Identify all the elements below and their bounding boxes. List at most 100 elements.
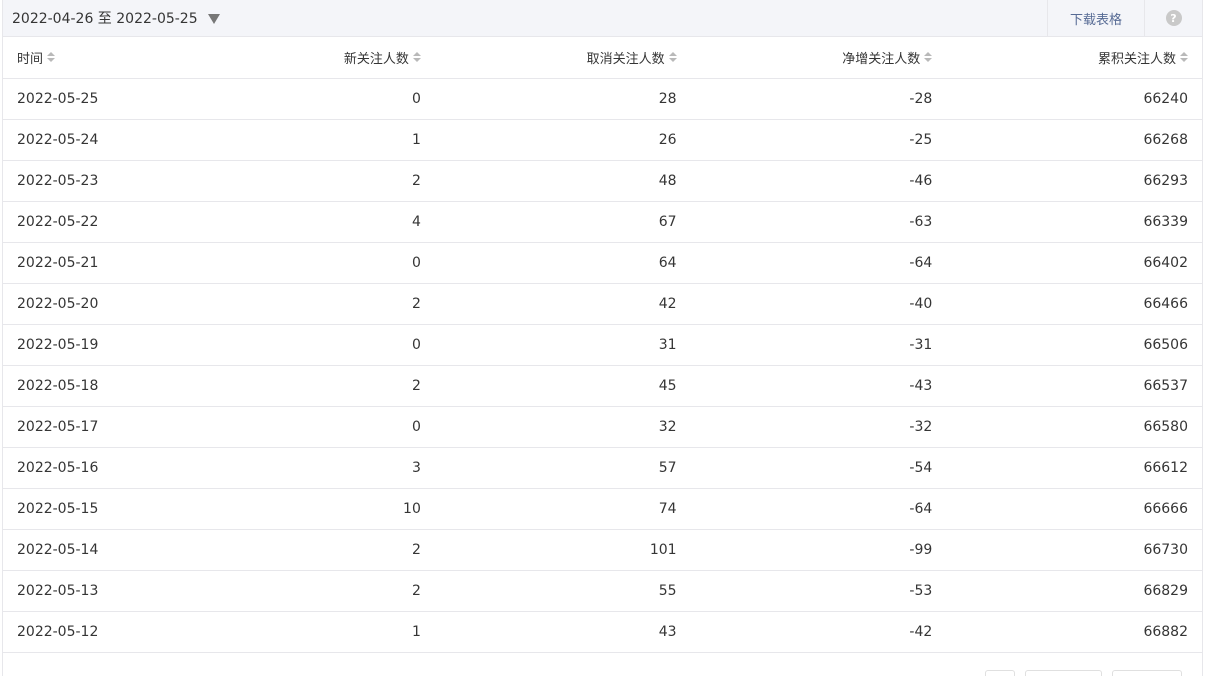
table-row: 2022-05-20 2 42 -40 66466 bbox=[3, 283, 1202, 325]
table-row: 2022-05-15 10 74 -64 66666 bbox=[3, 488, 1202, 530]
column-header-label: 取消关注人数 bbox=[586, 51, 665, 67]
toolbar-actions: 下载表格 ? bbox=[1047, 0, 1202, 36]
pagination-next-button[interactable] bbox=[1112, 670, 1182, 676]
download-table-button[interactable]: 下载表格 bbox=[1047, 0, 1144, 36]
cell-date: 2022-05-21 bbox=[3, 242, 180, 284]
column-header-cumulative[interactable]: 累积关注人数 bbox=[946, 37, 1202, 79]
table-row: 2022-05-14 2 101 -99 66730 bbox=[3, 529, 1202, 571]
table-row: 2022-05-12 1 43 -42 66882 bbox=[3, 611, 1202, 653]
table-row: 2022-05-17 0 32 -32 66580 bbox=[3, 406, 1202, 448]
table-header-row: 时间 新关注人数 取消关注人数 净增关注人数 累积关注人数 bbox=[3, 37, 1202, 79]
cell-value: 45 bbox=[434, 365, 691, 407]
table-row: 2022-05-21 0 64 -64 66402 bbox=[3, 242, 1202, 284]
cell-value: 64 bbox=[434, 242, 691, 284]
sort-icon bbox=[412, 52, 421, 63]
table-row: 2022-05-23 2 48 -46 66293 bbox=[3, 160, 1202, 202]
pagination-prev-button[interactable] bbox=[985, 670, 1015, 676]
cell-value: 2 bbox=[179, 160, 435, 202]
table-row: 2022-05-16 3 57 -54 66612 bbox=[3, 447, 1202, 489]
cell-date: 2022-05-16 bbox=[3, 447, 180, 489]
cell-value: 42 bbox=[434, 283, 691, 325]
help-button[interactable]: ? bbox=[1144, 0, 1202, 36]
pagination bbox=[985, 670, 1182, 676]
cell-value: -64 bbox=[690, 242, 947, 284]
table-body: 2022-05-25 0 28 -28 66240 2022-05-24 1 26 -25 662… bbox=[3, 78, 1202, 653]
toolbar: 2022-04-26 至 2022-05-25 下载表格 ? bbox=[3, 0, 1202, 37]
cell-value: 28 bbox=[434, 78, 691, 120]
cell-value: 0 bbox=[179, 406, 435, 448]
sort-icon bbox=[1180, 52, 1188, 63]
sort-icon bbox=[668, 52, 677, 63]
cell-value: -43 bbox=[690, 365, 947, 407]
cell-value: 1 bbox=[179, 119, 435, 161]
cell-date: 2022-05-23 bbox=[3, 160, 180, 202]
cell-value: 55 bbox=[434, 570, 691, 612]
caret-down-icon bbox=[207, 13, 220, 24]
pagination-page-input[interactable] bbox=[1025, 670, 1102, 676]
cell-value: 48 bbox=[434, 160, 691, 202]
column-header-net-growth[interactable]: 净增关注人数 bbox=[690, 37, 947, 79]
cell-date: 2022-05-18 bbox=[3, 365, 180, 407]
cell-value: 101 bbox=[434, 529, 691, 571]
column-header-time[interactable]: 时间 bbox=[3, 37, 180, 79]
cell-value: 0 bbox=[179, 324, 435, 366]
column-header-new-followers[interactable]: 新关注人数 bbox=[179, 37, 435, 79]
cell-date: 2022-05-25 bbox=[3, 78, 180, 120]
stats-panel: 2022-04-26 至 2022-05-25 下载表格 ? 时间 新关注人数 bbox=[2, 0, 1203, 676]
cell-date: 2022-05-20 bbox=[3, 283, 180, 325]
cell-date: 2022-05-12 bbox=[3, 611, 180, 653]
cell-date: 2022-05-13 bbox=[3, 570, 180, 612]
cell-date: 2022-05-14 bbox=[3, 529, 180, 571]
column-header-label: 净增关注人数 bbox=[842, 51, 921, 67]
cell-value: 1 bbox=[179, 611, 435, 653]
cell-value: 66666 bbox=[946, 488, 1202, 530]
cell-value: 0 bbox=[179, 242, 435, 284]
cell-value: 10 bbox=[179, 488, 435, 530]
cell-value: 66612 bbox=[946, 447, 1202, 489]
cell-value: 66466 bbox=[946, 283, 1202, 325]
sort-icon bbox=[47, 52, 56, 63]
table-row: 2022-05-19 0 31 -31 66506 bbox=[3, 324, 1202, 366]
cell-value: 66268 bbox=[946, 119, 1202, 161]
cell-value: 66402 bbox=[946, 242, 1202, 284]
cell-value: 31 bbox=[434, 324, 691, 366]
cell-value: 66580 bbox=[946, 406, 1202, 448]
cell-value: 66240 bbox=[946, 78, 1202, 120]
cell-value: 0 bbox=[179, 78, 435, 120]
table-row: 2022-05-25 0 28 -28 66240 bbox=[3, 78, 1202, 120]
cell-value: -31 bbox=[690, 324, 947, 366]
cell-value: 2 bbox=[179, 283, 435, 325]
column-header-label: 新关注人数 bbox=[343, 51, 409, 67]
cell-value: -46 bbox=[690, 160, 947, 202]
sort-icon bbox=[924, 52, 933, 63]
cell-value: -28 bbox=[690, 78, 947, 120]
cell-date: 2022-05-17 bbox=[3, 406, 180, 448]
cell-value: 66537 bbox=[946, 365, 1202, 407]
cell-value: 66339 bbox=[946, 201, 1202, 243]
cell-value: 2 bbox=[179, 570, 435, 612]
help-icon: ? bbox=[1165, 10, 1182, 26]
column-header-unfollows[interactable]: 取消关注人数 bbox=[434, 37, 691, 79]
cell-date: 2022-05-15 bbox=[3, 488, 180, 530]
cell-value: -25 bbox=[690, 119, 947, 161]
cell-value: 32 bbox=[434, 406, 691, 448]
cell-value: -42 bbox=[690, 611, 947, 653]
cell-date: 2022-05-22 bbox=[3, 201, 180, 243]
cell-value: -64 bbox=[690, 488, 947, 530]
cell-value: 26 bbox=[434, 119, 691, 161]
column-header-label: 时间 bbox=[17, 51, 44, 67]
table-row: 2022-05-13 2 55 -53 66829 bbox=[3, 570, 1202, 612]
cell-value: -63 bbox=[690, 201, 947, 243]
cell-value: 66829 bbox=[946, 570, 1202, 612]
cell-value: 66506 bbox=[946, 324, 1202, 366]
followers-table: 时间 新关注人数 取消关注人数 净增关注人数 累积关注人数 2022-05-25… bbox=[3, 37, 1202, 653]
cell-value: -99 bbox=[690, 529, 947, 571]
date-range-selector[interactable]: 2022-04-26 至 2022-05-25 bbox=[3, 0, 220, 36]
cell-value: 43 bbox=[434, 611, 691, 653]
cell-value: 3 bbox=[179, 447, 435, 489]
cell-value: 67 bbox=[434, 201, 691, 243]
table-row: 2022-05-24 1 26 -25 66268 bbox=[3, 119, 1202, 161]
cell-value: 66293 bbox=[946, 160, 1202, 202]
column-header-label: 累积关注人数 bbox=[1097, 51, 1176, 67]
cell-value: -53 bbox=[690, 570, 947, 612]
